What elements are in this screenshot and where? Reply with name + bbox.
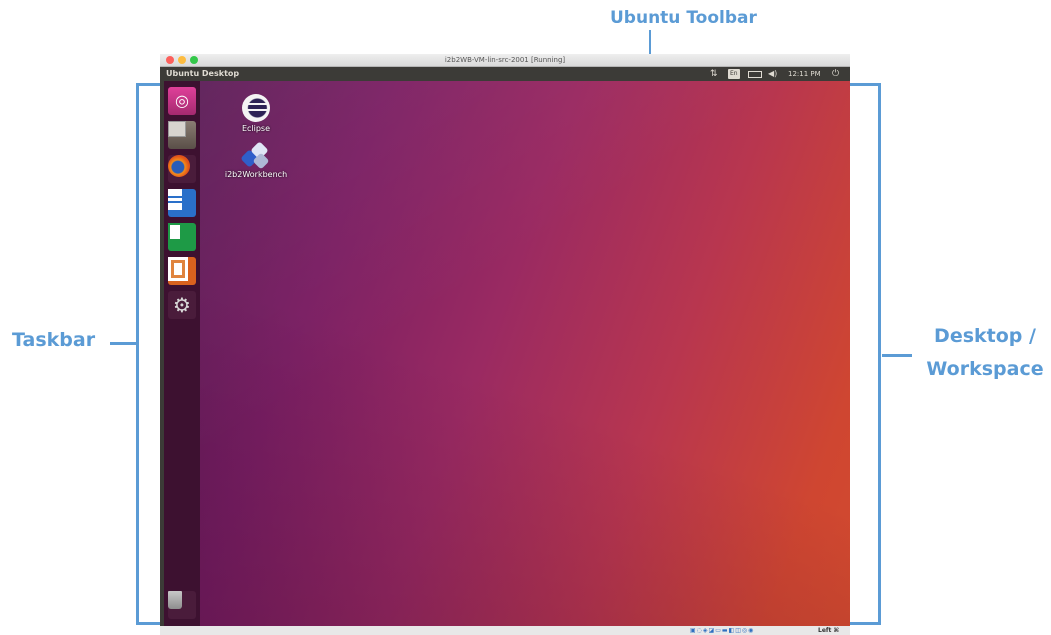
desktop-callout: Desktop / Workspace [925, 320, 1045, 386]
workbench-icon [240, 141, 271, 170]
desktop-bracket-vertical [878, 83, 881, 625]
taskbar-bracket-vertical [136, 83, 139, 625]
desktop-callout-line2: Workspace [926, 358, 1044, 380]
desktop-icon-label: i2b2Workbench [224, 170, 288, 179]
launcher-item-firefox[interactable] [168, 155, 196, 183]
ubuntu-icon: ◎ [175, 91, 189, 110]
eclipse-icon [242, 94, 270, 122]
clock[interactable]: 12:11 PM [788, 67, 821, 81]
vm-titlebar[interactable]: i2b2WB-VM-lin-src-2001 [Running] [160, 54, 850, 67]
active-app-name: Ubuntu Desktop [166, 69, 240, 78]
volume-icon[interactable]: ◀) [768, 67, 777, 81]
launcher-item-calc[interactable] [168, 223, 196, 251]
launcher-item-files[interactable] [168, 121, 196, 149]
launcher-item-writer[interactable] [168, 189, 196, 217]
keyboard-indicator[interactable]: En [728, 69, 740, 79]
desktop-icon-eclipse[interactable]: Eclipse [226, 94, 286, 133]
ubuntu-top-panel: Ubuntu Desktop ⇅ En ◀) 12:11 PM ⏻ [160, 67, 850, 81]
host-key-label: Left ⌘ [818, 627, 840, 634]
taskbar-callout-line [110, 342, 136, 345]
desktop-icon-i2b2workbench[interactable]: i2b2Workbench [220, 141, 292, 179]
desktop-callout-line [882, 354, 912, 357]
launcher-item-settings[interactable]: ⚙ [168, 291, 196, 319]
desktop-icon-label: Eclipse [241, 124, 271, 133]
desktop-workspace[interactable] [200, 81, 850, 626]
taskbar-callout: Taskbar [12, 329, 96, 351]
launcher-item-trash[interactable] [168, 591, 196, 619]
launcher: ◎ ⚙ [164, 81, 200, 626]
settings-icon: ⚙ [173, 293, 191, 317]
launcher-item-impress[interactable] [168, 257, 196, 285]
ubuntu-toolbar-callout: Ubuntu Toolbar [610, 8, 757, 28]
desktop-callout-line1: Desktop / [934, 325, 1036, 347]
network-icon[interactable]: ⇅ [710, 67, 718, 81]
vm-window-title: i2b2WB-VM-lin-src-2001 [Running] [444, 56, 566, 64]
battery-icon[interactable] [748, 67, 762, 81]
status-icons: ▣◌◈◪▭▬◧◫◎◉ [690, 627, 755, 634]
vm-status-bar: ▣◌◈◪▭▬◧◫◎◉ Left ⌘ [160, 626, 850, 635]
power-icon[interactable]: ⏻ [832, 67, 839, 81]
launcher-item-dash[interactable]: ◎ [168, 87, 196, 115]
